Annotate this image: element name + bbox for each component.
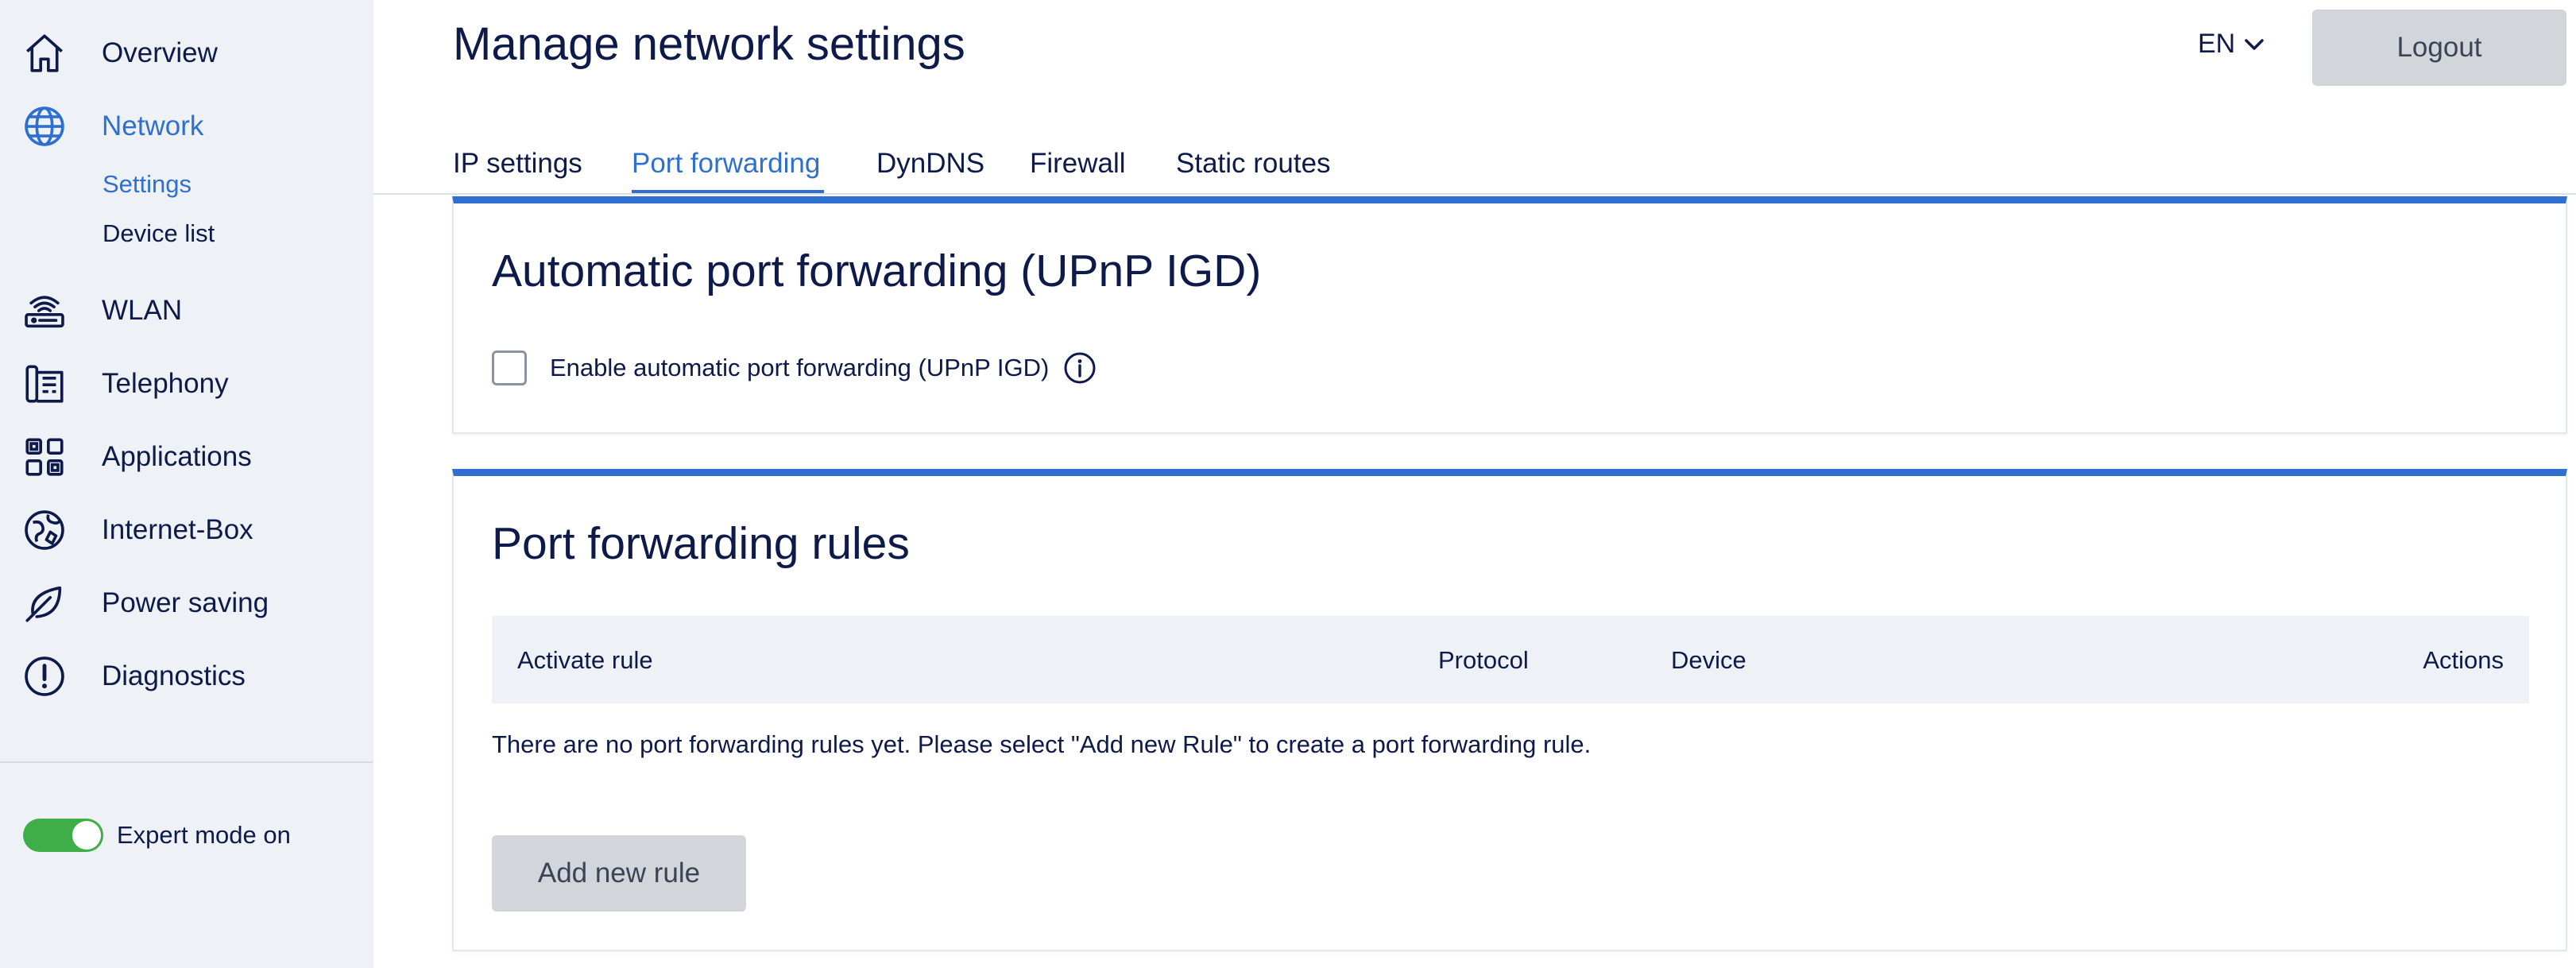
page-title: Manage network settings — [453, 18, 965, 70]
sidebar-item-label: Internet-Box — [102, 514, 253, 545]
upnp-card: Automatic port forwarding (UPnP IGD) Ena… — [452, 196, 2567, 434]
column-header-actions: Actions — [2423, 646, 2504, 674]
tab-static-routes[interactable]: Static routes — [1176, 148, 1331, 180]
empty-rules-message: There are no port forwarding rules yet. … — [492, 730, 1592, 758]
tab-port-forwarding[interactable]: Port forwarding — [632, 148, 820, 180]
toggle-knob — [72, 821, 101, 850]
port-forwarding-rules-card: Port forwarding rules Activate rule Prot… — [452, 469, 2567, 951]
language-selector[interactable]: EN — [2198, 29, 2265, 60]
apps-icon — [21, 433, 68, 481]
chevron-down-icon — [2245, 38, 2264, 50]
active-tab-indicator — [632, 190, 824, 193]
sidebar-item-label: Network — [102, 110, 204, 141]
upnp-option: Enable automatic port forwarding (UPnP I… — [492, 350, 1097, 385]
logout-button[interactable]: Logout — [2312, 10, 2566, 86]
column-header-device: Device — [1671, 646, 1746, 674]
internet-box-icon — [21, 506, 68, 554]
expert-mode: Expert mode on — [23, 819, 291, 852]
sidebar-item-label: Overview — [102, 37, 218, 68]
upnp-title: Automatic port forwarding (UPnP IGD) — [492, 246, 1262, 296]
home-icon — [21, 29, 68, 77]
expert-mode-label: Expert mode on — [117, 821, 291, 849]
add-new-rule-button[interactable]: Add new rule — [492, 835, 746, 912]
sidebar-item-power-saving[interactable]: Power saving — [0, 575, 373, 631]
info-icon[interactable] — [1063, 351, 1097, 385]
sidebar-item-diagnostics[interactable]: Diagnostics — [0, 649, 373, 704]
tab-ip-settings[interactable]: IP settings — [453, 148, 582, 180]
globe-icon — [21, 103, 68, 150]
sidebar-item-overview[interactable]: Overview — [0, 25, 373, 81]
upnp-checkbox[interactable] — [492, 350, 527, 385]
upnp-checkbox-label[interactable]: Enable automatic port forwarding (UPnP I… — [550, 354, 1049, 382]
expert-mode-toggle[interactable] — [23, 819, 103, 852]
sidebar-item-wlan[interactable]: WLAN — [0, 283, 373, 339]
tab-dyndns[interactable]: DynDNS — [876, 148, 984, 180]
sidebar-item-internet-box[interactable]: Internet-Box — [0, 502, 373, 558]
sidebar-subitem-settings[interactable]: Settings — [102, 170, 191, 199]
sidebar-item-label: Telephony — [102, 368, 229, 399]
column-header-protocol: Protocol — [1438, 646, 1529, 674]
sidebar-item-telephony[interactable]: Telephony — [0, 356, 373, 412]
alert-icon — [21, 652, 68, 700]
leaf-icon — [21, 579, 68, 627]
tab-firewall[interactable]: Firewall — [1030, 148, 1126, 180]
sidebar-item-applications[interactable]: Applications — [0, 429, 373, 485]
router-icon — [21, 287, 68, 335]
phone-icon — [21, 360, 68, 408]
sidebar-item-label: Power saving — [102, 587, 269, 618]
sidebar-divider — [0, 761, 373, 763]
sidebar-item-label: Diagnostics — [102, 660, 246, 691]
sidebar-subitem-device-list[interactable]: Device list — [102, 219, 215, 248]
sidebar-item-network[interactable]: Network — [0, 99, 373, 154]
sidebar: Overview Network Settings Device list WL… — [0, 0, 373, 968]
column-header-activate-rule: Activate rule — [517, 646, 653, 674]
sidebar-item-label: WLAN — [102, 295, 183, 326]
sidebar-item-label: Applications — [102, 441, 252, 472]
rules-title: Port forwarding rules — [492, 518, 910, 569]
rules-table-header: Activate rule Protocol Device Actions — [492, 616, 2529, 703]
tabs-divider — [373, 193, 2576, 195]
language-label: EN — [2198, 29, 2236, 59]
